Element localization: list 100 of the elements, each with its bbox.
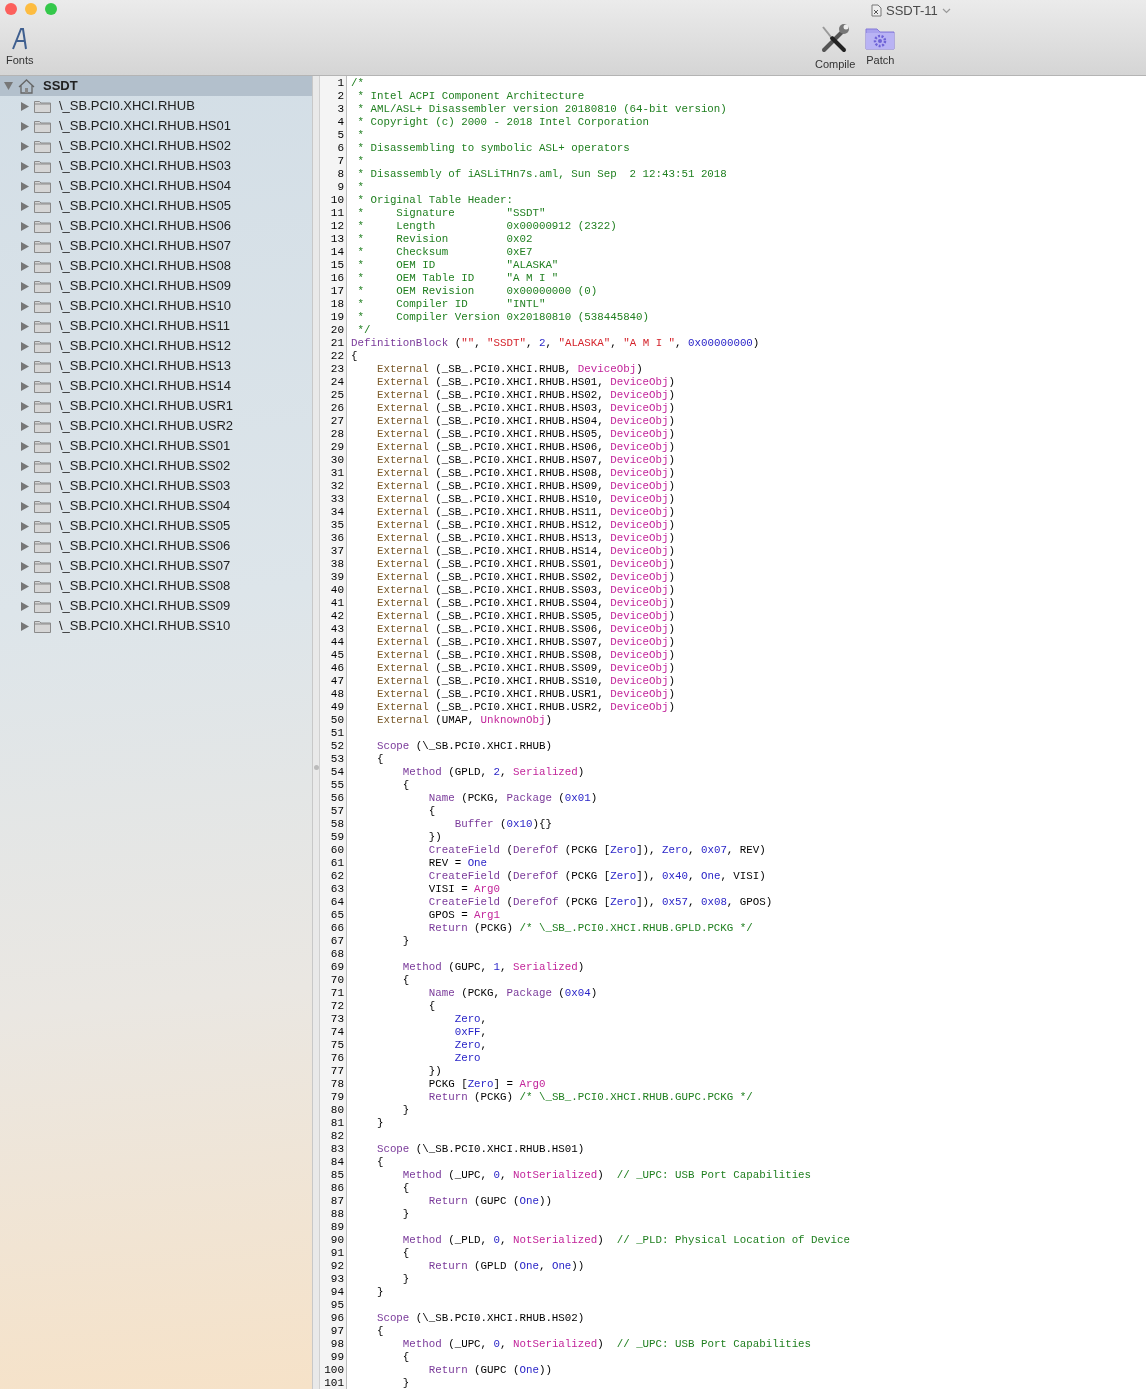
tree-item[interactable]: \_SB.PCI0.XHCI.RHUB.HS03 (0, 156, 312, 176)
line-number: 55 (329, 779, 345, 792)
code-line: Scope (\_SB.PCI0.XHCI.RHUB.HS02) (375, 1312, 586, 1325)
chevron-down-icon[interactable] (941, 7, 951, 14)
collapsed-arrow-icon[interactable] (21, 281, 29, 291)
folder-icon (34, 399, 51, 413)
line-number: 29 (329, 441, 345, 454)
tree-item[interactable]: \_SB.PCI0.XHCI.RHUB.HS08 (0, 256, 312, 276)
compile-button[interactable]: Compile (815, 22, 856, 71)
tree-item[interactable]: \_SB.PCI0.XHCI.RHUB.SS03 (0, 476, 312, 496)
line-number: 22 (329, 350, 345, 363)
line-number: 57 (329, 805, 345, 818)
collapsed-arrow-icon[interactable] (21, 121, 29, 131)
house-icon (18, 78, 35, 94)
tree-item[interactable]: \_SB.PCI0.XHCI.RHUB.SS01 (0, 436, 312, 456)
collapsed-arrow-icon[interactable] (21, 101, 29, 111)
tree-item-label: \_SB.PCI0.XHCI.RHUB.SS10 (59, 617, 231, 636)
tree-item[interactable]: \_SB.PCI0.XHCI.RHUB.HS06 (0, 216, 312, 236)
tree-item[interactable]: \_SB.PCI0.XHCI.RHUB.SS04 (0, 496, 312, 516)
tree-item[interactable]: \_SB.PCI0.XHCI.RHUB.HS04 (0, 176, 312, 196)
tree-item-label: \_SB.PCI0.XHCI.RHUB.HS03 (59, 157, 231, 176)
tree-item[interactable]: SSDT (0, 76, 312, 96)
folder-icon (34, 339, 51, 353)
folder-icon (34, 279, 51, 293)
line-number: 6 (336, 142, 345, 155)
code-line: Return (PCKG) /* \_SB_.PCI0.XHCI.RHUB.GUPC.PCKG */ (427, 1091, 754, 1104)
tree-item-label: \_SB.PCI0.XHCI.RHUB.SS05 (59, 517, 231, 536)
code-line: Return (GUPC (One)) (427, 1195, 553, 1208)
patch-button[interactable]: Patch (863, 22, 898, 71)
line-number: 7 (336, 155, 345, 168)
collapsed-arrow-icon[interactable] (21, 521, 29, 531)
tree-item[interactable]: \_SB.PCI0.XHCI.RHUB.HS11 (0, 316, 312, 336)
collapsed-arrow-icon[interactable] (21, 401, 29, 411)
collapsed-arrow-icon[interactable] (21, 361, 29, 371)
collapsed-arrow-icon[interactable] (21, 241, 29, 251)
line-number: 66 (329, 922, 345, 935)
tree-item[interactable]: \_SB.PCI0.XHCI.RHUB.HS13 (0, 356, 312, 376)
code-line: { (401, 779, 411, 792)
tree-item[interactable]: \_SB.PCI0.XHCI.RHUB.HS12 (0, 336, 312, 356)
line-number: 62 (329, 870, 345, 883)
tree-item-label: \_SB.PCI0.XHCI.RHUB.HS05 (59, 197, 231, 216)
line-number: 75 (329, 1039, 345, 1052)
code-line: External (_SB_.PCI0.XHCI.RHUB.HS09, DeviceObj) (375, 480, 676, 493)
line-number: 46 (329, 662, 345, 675)
collapsed-arrow-icon[interactable] (21, 481, 29, 491)
collapsed-arrow-icon[interactable] (21, 541, 29, 551)
collapsed-arrow-icon[interactable] (21, 181, 29, 191)
tree-item[interactable]: \_SB.PCI0.XHCI.RHUB.HS02 (0, 136, 312, 156)
line-number: 96 (329, 1312, 345, 1325)
line-number: 12 (329, 220, 345, 233)
tree-item[interactable]: \_SB.PCI0.XHCI.RHUB.SS08 (0, 576, 312, 596)
tree-item[interactable]: \_SB.PCI0.XHCI.RHUB.HS01 (0, 116, 312, 136)
tree-item[interactable]: \_SB.PCI0.XHCI.RHUB.HS14 (0, 376, 312, 396)
tree-item[interactable]: \_SB.PCI0.XHCI.RHUB.SS07 (0, 556, 312, 576)
line-number: 69 (329, 961, 345, 974)
collapsed-arrow-icon[interactable] (21, 221, 29, 231)
collapsed-arrow-icon[interactable] (21, 501, 29, 511)
tree-item[interactable]: \_SB.PCI0.XHCI.RHUB.SS05 (0, 516, 312, 536)
line-number: 67 (329, 935, 345, 948)
code-line: * Disassembling to symbolic ASL+ operators (356, 142, 631, 155)
collapsed-arrow-icon[interactable] (21, 421, 29, 431)
collapsed-arrow-icon[interactable] (21, 441, 29, 451)
expanded-arrow-icon[interactable] (4, 82, 13, 90)
collapsed-arrow-icon[interactable] (21, 621, 29, 631)
splitter-handle[interactable] (314, 765, 319, 770)
tree-item[interactable]: \_SB.PCI0.XHCI.RHUB.HS09 (0, 276, 312, 296)
code-line: CreateField (DerefOf (PCKG [Zero]), Zero, 0x07, REV) (427, 844, 767, 857)
collapsed-arrow-icon[interactable] (21, 201, 29, 211)
collapsed-arrow-icon[interactable] (21, 161, 29, 171)
line-number: 84 (329, 1156, 345, 1169)
tree-item[interactable]: \_SB.PCI0.XHCI.RHUB.SS09 (0, 596, 312, 616)
code-line: }) (427, 1065, 443, 1078)
tree-item[interactable]: \_SB.PCI0.XHCI.RHUB.USR2 (0, 416, 312, 436)
code-line: { (351, 350, 359, 363)
collapsed-arrow-icon[interactable] (21, 461, 29, 471)
line-number: 38 (329, 558, 345, 571)
collapsed-arrow-icon[interactable] (21, 301, 29, 311)
tree-item[interactable]: \_SB.PCI0.XHCI.RHUB (0, 96, 312, 116)
collapsed-arrow-icon[interactable] (21, 561, 29, 571)
tree-item[interactable]: \_SB.PCI0.XHCI.RHUB.SS06 (0, 536, 312, 556)
tree-item[interactable]: \_SB.PCI0.XHCI.RHUB.USR1 (0, 396, 312, 416)
collapsed-arrow-icon[interactable] (21, 321, 29, 331)
collapsed-arrow-icon[interactable] (21, 261, 29, 271)
tree-item[interactable]: \_SB.PCI0.XHCI.RHUB.SS02 (0, 456, 312, 476)
collapsed-arrow-icon[interactable] (21, 581, 29, 591)
collapsed-arrow-icon[interactable] (21, 141, 29, 151)
zoom-window-button[interactable] (45, 3, 57, 15)
collapsed-arrow-icon[interactable] (21, 341, 29, 351)
collapsed-arrow-icon[interactable] (21, 601, 29, 611)
code-line: Scope (\_SB.PCI0.XHCI.RHUB) (375, 740, 553, 753)
tree-item-label: \_SB.PCI0.XHCI.RHUB.HS11 (59, 317, 230, 336)
close-window-button[interactable] (5, 3, 17, 15)
tree-item[interactable]: \_SB.PCI0.XHCI.RHUB.SS10 (0, 616, 312, 636)
folder-icon (34, 559, 51, 573)
tree-item[interactable]: \_SB.PCI0.XHCI.RHUB.HS10 (0, 296, 312, 316)
fonts-button[interactable]: Fonts (6, 26, 34, 67)
tree-item[interactable]: \_SB.PCI0.XHCI.RHUB.HS07 (0, 236, 312, 256)
collapsed-arrow-icon[interactable] (21, 381, 29, 391)
line-number: 72 (329, 1000, 345, 1013)
tree-item[interactable]: \_SB.PCI0.XHCI.RHUB.HS05 (0, 196, 312, 216)
